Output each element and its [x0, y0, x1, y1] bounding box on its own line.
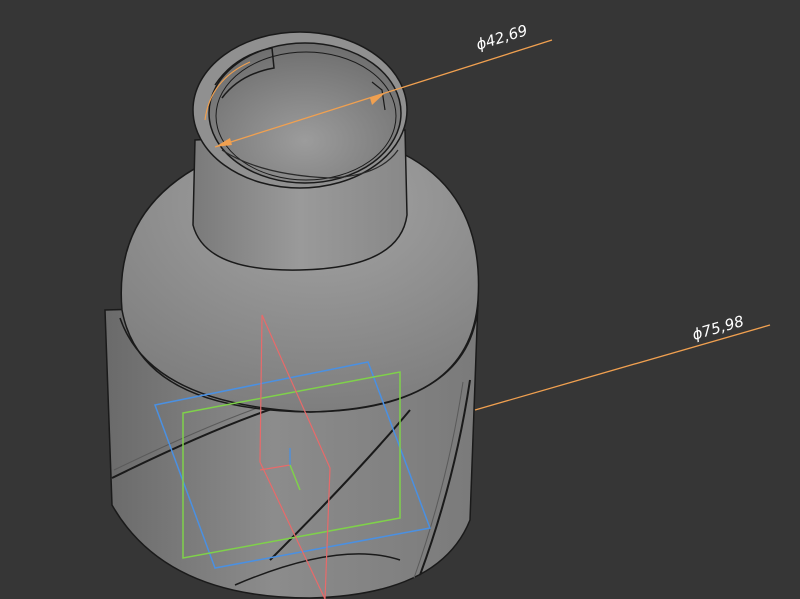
3d-viewport[interactable]: ϕ42,69 ϕ75,98 [0, 0, 800, 599]
bottle-opening[interactable] [192, 31, 408, 189]
model-scene[interactable]: ϕ42,69 ϕ75,98 [0, 0, 800, 599]
dimension-label: ϕ42,69 [474, 21, 530, 54]
dimension-label: ϕ75,98 [690, 312, 746, 344]
dimension-outer-diameter[interactable]: ϕ75,98 [474, 312, 771, 411]
